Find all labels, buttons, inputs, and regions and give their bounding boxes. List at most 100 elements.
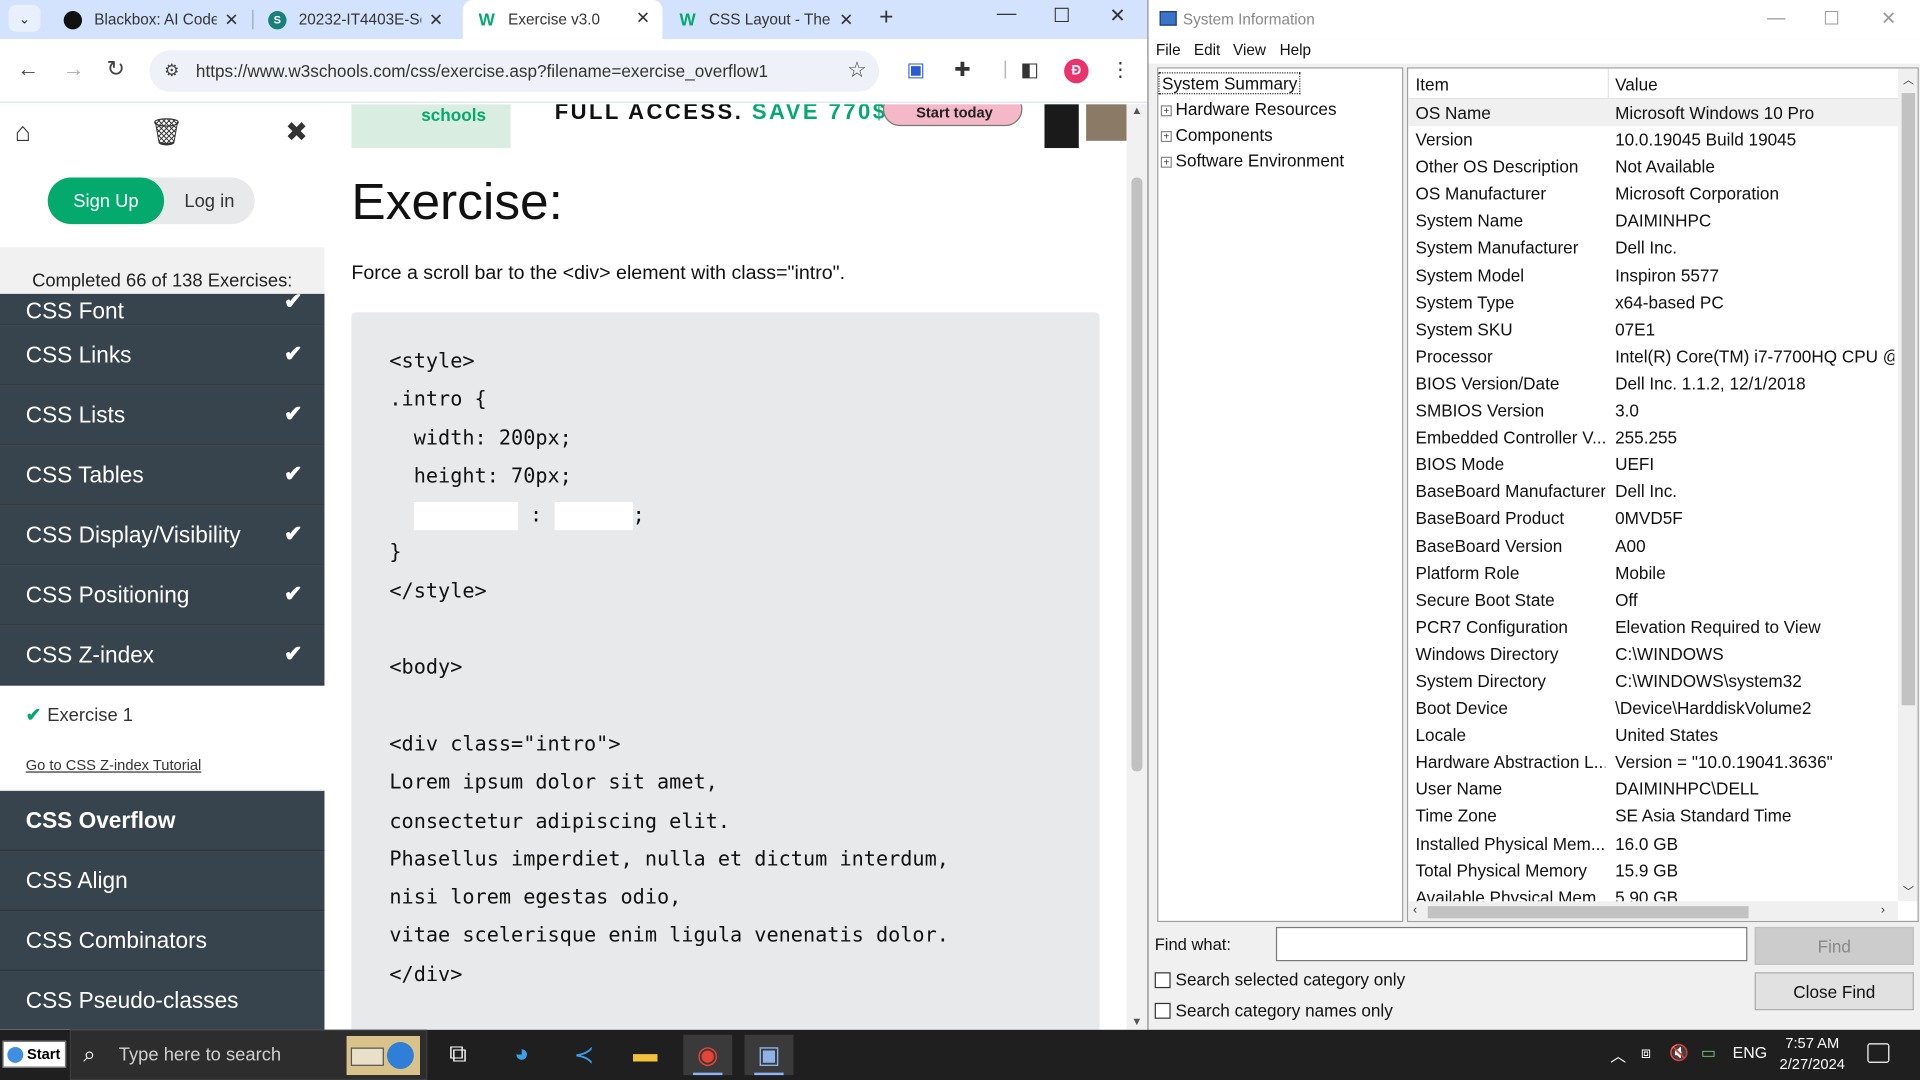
scroll-up-arrow-icon[interactable]: ▲ [1131,104,1142,116]
table-row[interactable]: User Name DAIMINHPC\DELL [1408,776,1898,803]
topic-item[interactable]: CSS Align [0,851,325,912]
language-indicator[interactable]: ENG [1733,1043,1767,1061]
topic-item[interactable]: CSS Positioning ✔ [0,565,325,626]
tab-blackbox[interactable]: Blackbox: AI Code ✕ [49,2,251,36]
answer-input-1[interactable] [413,502,518,531]
extensions-puzzle-icon[interactable]: ✚ [950,58,974,82]
maximize-icon[interactable]: ☐ [1823,7,1839,30]
table-row[interactable]: System Model Inspiron 5577 [1408,262,1898,289]
minimize-icon[interactable]: — [997,4,1017,26]
network-icon[interactable]: ⧈ [1641,1043,1651,1063]
page-scrollbar[interactable]: ▲ ▼ [1126,104,1148,1030]
menu-help[interactable]: Help [1280,42,1311,59]
extension-icon[interactable]: ▣ [904,58,928,82]
topic-item[interactable]: CSS Combinators [0,911,325,972]
table-row[interactable]: OS Manufacturer Microsoft Corporation [1408,180,1898,207]
close-tab-icon[interactable]: ✕ [636,7,650,28]
topic-item[interactable]: CSS Tables ✔ [0,445,325,506]
table-row[interactable]: Platform Role Mobile [1408,559,1898,586]
table-row[interactable]: BaseBoard Manufacturer Dell Inc. [1408,478,1898,505]
table-row[interactable]: Locale United States [1408,721,1898,748]
table-row[interactable]: BIOS Version/Date Dell Inc. 1.1.2, 12/1/2… [1408,370,1898,397]
minimize-icon[interactable]: — [1767,7,1785,28]
maximize-icon[interactable]: ☐ [1053,4,1071,28]
topic-item[interactable]: CSS Z-index ✔ [0,625,325,686]
new-tab-icon[interactable]: + [879,4,893,32]
profile-avatar[interactable]: Đ [1064,58,1089,84]
column-header-item[interactable]: Item [1416,75,1449,95]
site-info-icon[interactable]: ⚙ [164,60,179,81]
table-row[interactable]: Windows Directory C:\WINDOWS [1408,640,1898,667]
expand-icon[interactable]: + [1160,131,1172,143]
search-category-names-checkbox[interactable]: Search category names only [1154,1000,1393,1020]
menu-file[interactable]: File [1156,42,1181,59]
back-icon[interactable]: ← [17,56,39,82]
table-row[interactable]: Boot Device \Device\HarddiskVolume2 [1408,694,1898,721]
menu-view[interactable]: View [1233,42,1266,59]
forward-icon[interactable]: → [62,56,84,82]
table-row[interactable]: Embedded Controller V... 255.255 [1408,424,1898,451]
close-tab-icon[interactable]: ✕ [839,10,853,31]
table-row[interactable]: Other OS Description Not Available [1408,153,1898,180]
search-selected-category-checkbox[interactable]: Search selected category only [1154,970,1405,989]
table-row[interactable]: OS Name Microsoft Windows 10 Pro [1408,99,1898,127]
close-tab-icon[interactable]: ✕ [224,10,238,31]
start-button[interactable]: Start [2,1040,67,1068]
scrollbar-thumb[interactable] [1901,93,1916,706]
tree-node-components[interactable]: + Components [1160,125,1273,144]
clock[interactable]: 7:57 AM 2/27/2024 [1766,1033,1859,1075]
vscode-icon[interactable]: ≺ [560,1035,609,1075]
close-find-button[interactable]: Close Find [1754,972,1914,1011]
tab-course[interactable]: S 20232-IT4403E-Se ✕ [253,2,455,36]
exercise-item[interactable]: ✔ Exercise 1 [26,704,133,726]
table-row[interactable]: Hardware Abstraction L... Version = "10.0… [1408,748,1898,775]
topic-item[interactable]: CSS Pseudo-classes [0,971,325,1030]
bookmark-star-icon[interactable]: ☆ [847,58,867,84]
menu-kebab-icon[interactable]: ⋮ [1108,58,1132,82]
table-row[interactable]: Processor Intel(R) Core(TM) i7-7700HQ CPU… [1408,343,1898,370]
expand-icon[interactable]: + [1160,156,1172,168]
table-row[interactable]: BIOS Mode UEFI [1408,451,1898,478]
table-row[interactable]: Total Physical Memory 15.9 GB [1408,857,1898,884]
table-row[interactable]: Secure Boot State Off [1408,586,1898,613]
address-bar[interactable]: ⚙ https://www.w3schools.com/css/exercise… [149,50,880,92]
scrollbar-thumb[interactable] [1131,177,1143,772]
sign-up-button[interactable]: Sign Up [47,177,165,225]
taskbar-search-box[interactable]: ⌕ Type here to search [69,1029,428,1080]
table-row[interactable]: System Manufacturer Dell Inc. [1408,234,1898,261]
home-icon[interactable]: ⌂ [15,116,31,148]
task-view-icon[interactable]: ⧉ [433,1035,482,1075]
table-row[interactable]: System Type x64-based PC [1408,289,1898,316]
file-explorer-icon[interactable]: ▬ [621,1035,670,1075]
promo-banner[interactable]: schools FULL ACCESS. SAVE 770$ Start tod… [351,104,1127,149]
table-row[interactable]: BaseBoard Version A00 [1408,532,1898,559]
topic-item-current[interactable]: CSS Overflow [0,791,325,852]
scroll-right-arrow-icon[interactable]: › [1881,904,1885,917]
list-horizontal-scrollbar[interactable]: ‹ › [1408,901,1898,921]
table-row[interactable]: System SKU 07E1 [1408,316,1898,343]
tab-exercise[interactable]: W Exercise v3.0 ✕ [462,0,663,40]
column-header-value[interactable]: Value [1615,75,1658,95]
start-today-button[interactable]: Start today [882,104,1023,127]
tree-node-hardware-resources[interactable]: + Hardware Resources [1160,99,1337,119]
volume-muted-icon[interactable]: 🔇 [1669,1043,1689,1063]
table-row[interactable]: System Directory C:\WINDOWS\system32 [1408,667,1898,694]
tab-search-button[interactable]: ⌄ [8,4,41,32]
menu-edit[interactable]: Edit [1194,42,1220,59]
answer-input-2[interactable] [554,502,633,531]
scroll-down-arrow-icon[interactable]: ▼ [1131,1015,1142,1027]
table-row[interactable]: Installed Physical Mem... 16.0 GB [1408,830,1898,857]
table-row[interactable]: System Name DAIMINHPC [1408,207,1898,234]
show-hidden-icons-icon[interactable]: ︿ [1610,1043,1626,1066]
scroll-left-arrow-icon[interactable]: ‹ [1413,904,1417,917]
close-window-icon[interactable]: ✕ [1881,7,1896,30]
find-what-input[interactable] [1275,926,1748,962]
scroll-down-arrow-icon[interactable]: ﹀ [1903,883,1914,899]
chrome-icon[interactable]: ◉ [683,1034,733,1076]
table-row[interactable]: Time Zone SE Asia Standard Time [1408,803,1898,830]
topic-item[interactable]: CSS Font ✔ [0,289,325,326]
table-row[interactable]: SMBIOS Version 3.0 [1408,397,1898,424]
column-divider[interactable] [1607,68,1609,100]
trash-icon[interactable]: 🗑 [149,116,183,148]
table-row[interactable]: PCR7 Configuration Elevation Required to … [1408,613,1898,640]
